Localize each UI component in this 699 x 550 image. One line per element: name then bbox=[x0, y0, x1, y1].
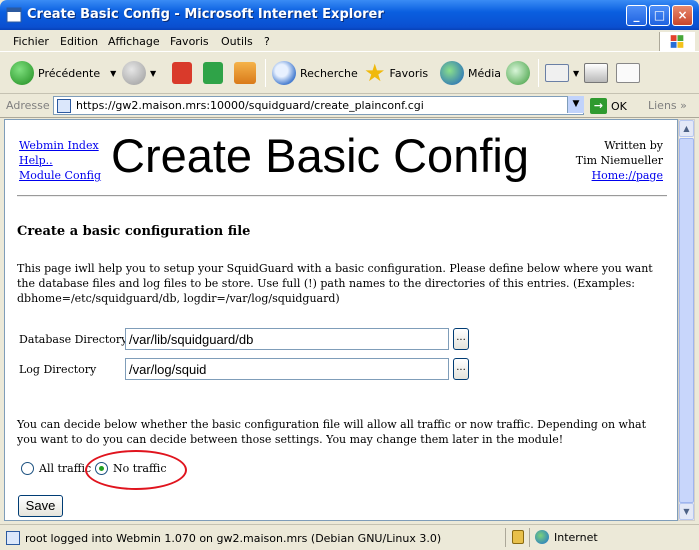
page-title: Create Basic Config bbox=[111, 129, 529, 182]
webmin-links: Webmin Index Help.. Module Config bbox=[19, 138, 101, 183]
refresh-button[interactable] bbox=[203, 59, 223, 87]
menu-edition[interactable]: Edition bbox=[60, 35, 98, 48]
menu-outils[interactable]: Outils bbox=[221, 35, 253, 48]
window-title: Create Basic Config - Microsoft Internet… bbox=[27, 7, 384, 22]
address-input[interactable]: https://gw2.maison.mrs:10000/squidguard/… bbox=[53, 96, 584, 115]
search-button[interactable]: Recherche bbox=[272, 59, 358, 87]
save-button[interactable]: Save bbox=[18, 495, 63, 517]
page-icon bbox=[57, 99, 71, 113]
menu-fichier[interactable]: Fichier bbox=[13, 35, 49, 48]
title-bar: Create Basic Config - Microsoft Internet… bbox=[0, 0, 699, 30]
forward-arrow-icon bbox=[122, 61, 146, 85]
database-directory-label: Database Directory bbox=[19, 333, 128, 346]
address-label: Adresse bbox=[6, 99, 50, 112]
internet-zone-icon bbox=[535, 530, 549, 544]
menu-affichage[interactable]: Affichage bbox=[108, 35, 160, 48]
menu-bar: Fichier Edition Affichage Favoris Outils… bbox=[0, 30, 699, 52]
database-directory-input[interactable] bbox=[125, 328, 449, 350]
log-directory-label: Log Directory bbox=[19, 363, 97, 376]
menu-favoris[interactable]: Favoris bbox=[170, 35, 209, 48]
mail-icon bbox=[545, 64, 569, 82]
log-browse-button[interactable]: ... bbox=[453, 358, 469, 380]
webmin-index-link[interactable]: Webmin Index bbox=[19, 138, 101, 153]
star-icon: ★ bbox=[364, 59, 386, 87]
forward-button[interactable]: ▼ bbox=[122, 59, 156, 87]
media-globe-icon bbox=[440, 61, 464, 85]
go-arrow-icon: → bbox=[590, 98, 607, 114]
highlight-ellipse bbox=[85, 450, 187, 490]
back-button[interactable]: Précédente ▼ bbox=[10, 59, 116, 87]
all-traffic-label[interactable]: All traffic bbox=[39, 462, 91, 475]
history-icon bbox=[506, 61, 530, 85]
history-button[interactable] bbox=[506, 59, 530, 87]
traffic-description: You can decide below whether the basic c… bbox=[17, 418, 647, 446]
edit-page-icon bbox=[616, 63, 640, 83]
forward-dropdown-icon[interactable]: ▼ bbox=[150, 69, 156, 78]
print-button[interactable] bbox=[584, 59, 608, 87]
address-dropdown-button[interactable]: ▼ bbox=[567, 96, 584, 113]
minimize-button[interactable]: _ bbox=[626, 5, 647, 26]
help-link[interactable]: Help.. bbox=[19, 153, 101, 168]
intro-text: This page iwll help you to setup your Sq… bbox=[17, 262, 653, 305]
divider bbox=[17, 195, 667, 197]
toolbar: Précédente ▼ ▼ Recherche ★ Favoris Média… bbox=[0, 53, 699, 94]
stop-icon bbox=[172, 62, 192, 84]
home-button[interactable] bbox=[234, 59, 256, 87]
favorites-button[interactable]: ★ Favoris bbox=[364, 59, 428, 87]
edit-button[interactable] bbox=[616, 59, 640, 87]
home-icon bbox=[234, 62, 256, 84]
log-directory-input[interactable] bbox=[125, 358, 449, 380]
back-arrow-icon bbox=[10, 61, 34, 85]
maximize-button[interactable]: □ bbox=[649, 5, 670, 26]
refresh-icon bbox=[203, 62, 223, 84]
windows-logo-icon bbox=[659, 32, 695, 51]
mail-button[interactable]: ▼ bbox=[545, 59, 579, 87]
module-config-link[interactable]: Module Config bbox=[19, 168, 101, 183]
ie-page-icon bbox=[6, 7, 22, 23]
close-button[interactable]: × bbox=[672, 5, 693, 26]
status-bar: root logged into Webmin 1.070 on gw2.mai… bbox=[0, 524, 699, 550]
menu-help[interactable]: ? bbox=[264, 35, 270, 48]
vertical-scrollbar[interactable]: ▲ ▼ bbox=[678, 119, 695, 521]
printer-icon bbox=[584, 63, 608, 83]
search-icon bbox=[272, 61, 296, 85]
lock-icon bbox=[512, 530, 524, 544]
security-zone: Internet bbox=[554, 531, 598, 544]
all-traffic-radio[interactable] bbox=[21, 462, 34, 475]
links-toolbar[interactable]: Liens » bbox=[648, 99, 687, 112]
section-heading: Create a basic configuration file bbox=[17, 224, 251, 239]
go-button[interactable]: → OK bbox=[590, 98, 627, 114]
homepage-link[interactable]: Home://page bbox=[576, 168, 663, 183]
back-dropdown-icon[interactable]: ▼ bbox=[110, 69, 116, 78]
author-info: Written by Tim Niemueller Home://page bbox=[575, 139, 663, 183]
scroll-up-button[interactable]: ▲ bbox=[679, 120, 694, 137]
database-browse-button[interactable]: ... bbox=[453, 328, 469, 350]
page-status-icon bbox=[6, 531, 20, 545]
mail-dropdown-icon[interactable]: ▼ bbox=[573, 69, 579, 78]
scroll-thumb[interactable] bbox=[679, 138, 694, 503]
media-button[interactable]: Média bbox=[440, 59, 501, 87]
status-message: root logged into Webmin 1.070 on gw2.mai… bbox=[6, 531, 441, 545]
address-bar: Adresse https://gw2.maison.mrs:10000/squ… bbox=[0, 94, 699, 118]
scroll-down-button[interactable]: ▼ bbox=[679, 503, 694, 520]
stop-button[interactable] bbox=[172, 59, 192, 87]
page-content: Webmin Index Help.. Module Config Create… bbox=[4, 119, 678, 521]
